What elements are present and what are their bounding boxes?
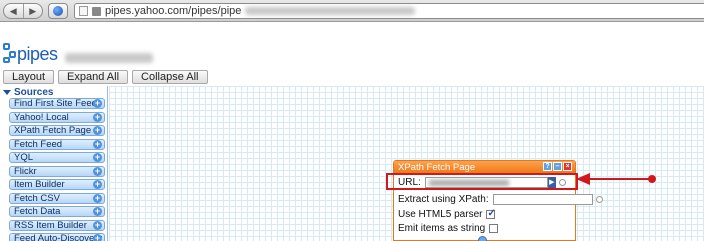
add-icon[interactable]: + xyxy=(93,220,102,230)
help-icon[interactable]: ? xyxy=(543,162,552,171)
minimize-icon[interactable]: – xyxy=(553,162,562,171)
url-text: pipes.yahoo.com/pipes/pipe xyxy=(105,5,242,17)
add-icon[interactable]: + xyxy=(93,139,102,149)
emit-checkbox[interactable] xyxy=(489,224,499,233)
pipes-logo-text[interactable]: pipes xyxy=(17,44,58,65)
expand-all-button[interactable]: Expand All xyxy=(58,69,129,84)
favicon-icon xyxy=(92,6,101,16)
add-icon[interactable]: + xyxy=(93,234,102,241)
module-label: Fetch Data xyxy=(14,206,61,217)
module-item[interactable]: Find First Site Feed + xyxy=(9,98,105,109)
xpath-terminal-icon[interactable] xyxy=(595,196,603,203)
emit-row: Emit items as string xyxy=(398,223,499,234)
module-title: XPath Fetch Page xyxy=(398,161,476,173)
module-controls: ? – × xyxy=(543,162,572,171)
page-icon xyxy=(79,6,88,16)
layout-button[interactable]: Layout xyxy=(3,69,55,84)
add-icon[interactable]: + xyxy=(93,193,102,203)
module-label: Fetch CSV xyxy=(14,192,60,204)
module-label: XPath Fetch Page xyxy=(14,125,92,136)
sources-section-header[interactable]: Sources xyxy=(0,86,107,98)
module-item[interactable]: Feed Auto-Discovery + xyxy=(9,233,105,241)
module-item[interactable]: Fetch Feed + xyxy=(9,138,105,150)
add-icon[interactable]: + xyxy=(93,166,102,176)
module-label: Yahoo! Local xyxy=(14,111,69,123)
back-icon[interactable]: ◀ xyxy=(4,4,23,18)
collapse-all-button[interactable]: Collapse All xyxy=(132,69,208,84)
address-bar[interactable]: pipes.yahoo.com/pipes/pipe xyxy=(74,3,704,19)
nav-buttons: ◀ ▶ xyxy=(3,3,43,19)
module-item[interactable]: Fetch CSV + xyxy=(9,192,105,204)
module-label: Item Builder xyxy=(14,179,65,190)
module-titlebar[interactable]: XPath Fetch Page ? – × xyxy=(394,161,575,173)
output-terminal-icon[interactable] xyxy=(478,236,487,241)
editor-toolbar: Layout Expand All Collapse All xyxy=(0,68,704,85)
url-highlight-box xyxy=(386,173,578,190)
html5-label: Use HTML5 parser xyxy=(398,209,483,220)
xpath-field[interactable] xyxy=(492,194,593,205)
html5-row: Use HTML5 parser xyxy=(398,208,496,220)
module-label: Flickr xyxy=(14,165,37,177)
module-item[interactable]: Flickr + xyxy=(9,165,105,177)
module-label: Find First Site Feed xyxy=(14,98,97,109)
extension-icon[interactable] xyxy=(48,3,68,19)
sources-label: Sources xyxy=(14,86,54,98)
collapse-triangle-icon xyxy=(3,89,11,95)
module-item[interactable]: YQL + xyxy=(9,152,105,163)
module-label: RSS Item Builder xyxy=(14,219,87,231)
module-item[interactable]: Yahoo! Local + xyxy=(9,111,105,123)
annotation-arrow-icon xyxy=(576,173,656,185)
forward-icon[interactable]: ▶ xyxy=(22,4,43,18)
add-icon[interactable]: + xyxy=(93,207,102,216)
module-label: YQL xyxy=(14,152,34,163)
module-item[interactable]: Item Builder + xyxy=(9,179,105,190)
add-icon[interactable]: + xyxy=(93,112,102,122)
xpath-label: Extract using XPath: xyxy=(398,194,489,205)
pipe-title-redacted xyxy=(65,53,153,63)
xpath-row: Extract using XPath: xyxy=(398,194,603,205)
add-icon[interactable]: + xyxy=(93,99,102,108)
html5-checkbox[interactable] xyxy=(486,208,496,219)
add-icon[interactable]: + xyxy=(93,180,102,189)
add-icon[interactable]: + xyxy=(93,126,102,135)
module-item[interactable]: Fetch Data + xyxy=(9,206,105,217)
module-label: Feed Auto-Discovery xyxy=(14,233,103,241)
module-item[interactable]: RSS Item Builder + xyxy=(9,219,105,231)
add-icon[interactable]: + xyxy=(93,153,102,162)
pipes-header: pipes xyxy=(0,23,704,67)
module-label: Fetch Feed xyxy=(14,138,63,150)
module-library: Sources Find First Site Feed + Yahoo! Loc… xyxy=(0,86,108,241)
url-redacted xyxy=(245,7,416,15)
emit-label: Emit items as string xyxy=(398,223,486,234)
module-item[interactable]: XPath Fetch Page + xyxy=(9,125,105,136)
browser-toolbar: ◀ ▶ pipes.yahoo.com/pipes/pipe xyxy=(0,0,704,22)
